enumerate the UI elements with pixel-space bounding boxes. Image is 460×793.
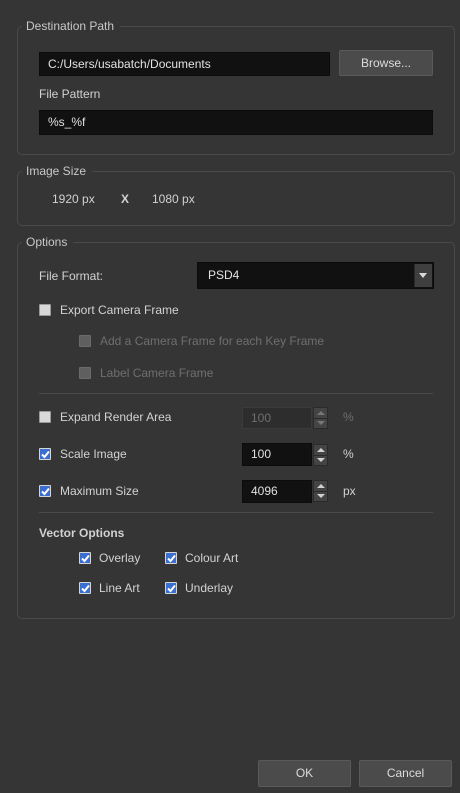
scale-image-checkbox[interactable] xyxy=(39,448,51,460)
file-format-value: PSD4 xyxy=(208,268,240,282)
scale-image-label: Scale Image xyxy=(60,447,127,461)
ok-button[interactable]: OK xyxy=(258,760,351,787)
overlay-checkbox[interactable] xyxy=(79,552,91,564)
destination-path-input[interactable]: C:/Users/usabatch/Documents xyxy=(39,52,330,76)
arrow-down-icon[interactable] xyxy=(314,418,327,428)
options-separator-2 xyxy=(39,512,433,513)
maximum-size-label: Maximum Size xyxy=(60,484,139,498)
file-format-label: File Format: xyxy=(39,269,104,283)
add-camera-frame-label: Add a Camera Frame for each Key Frame xyxy=(100,334,325,348)
underlay-checkbox[interactable] xyxy=(165,582,177,594)
scale-image-unit: % xyxy=(343,447,354,461)
check-icon xyxy=(41,487,50,496)
underlay-label: Underlay xyxy=(185,581,234,595)
expand-render-area-checkbox[interactable] xyxy=(39,411,51,423)
browse-button[interactable]: Browse... xyxy=(339,50,433,76)
overlay-label: Overlay xyxy=(99,551,141,565)
expand-render-area-unit: % xyxy=(343,410,354,424)
check-icon xyxy=(167,584,176,593)
expand-render-area-input[interactable]: 100 xyxy=(242,407,312,429)
expand-render-area-stepper[interactable] xyxy=(313,407,328,429)
check-icon xyxy=(167,554,176,563)
maximum-size-checkbox[interactable] xyxy=(39,485,51,497)
image-size-title: Image Size xyxy=(22,164,93,178)
maximum-size-input[interactable]: 4096 xyxy=(242,480,312,503)
image-size-times: X xyxy=(121,192,130,206)
image-width-value: 1920 px xyxy=(52,192,95,206)
label-camera-frame-checkbox[interactable] xyxy=(79,367,91,379)
cancel-button[interactable]: Cancel xyxy=(359,760,452,787)
maximum-size-unit: px xyxy=(343,484,356,498)
scale-image-stepper[interactable] xyxy=(313,444,328,466)
file-pattern-label: File Pattern xyxy=(39,87,101,101)
arrow-down-icon[interactable] xyxy=(314,491,327,501)
colour-art-checkbox[interactable] xyxy=(165,552,177,564)
check-icon xyxy=(41,450,50,459)
destination-path-title: Destination Path xyxy=(22,19,121,33)
scale-image-input[interactable]: 100 xyxy=(242,443,312,466)
line-art-checkbox[interactable] xyxy=(79,582,91,594)
check-icon xyxy=(81,584,90,593)
line-art-label: Line Art xyxy=(99,581,140,595)
file-pattern-input[interactable]: %s_%f xyxy=(39,110,433,135)
arrow-down-icon[interactable] xyxy=(314,455,327,465)
check-icon xyxy=(81,554,90,563)
file-format-dropdown[interactable]: PSD4 xyxy=(197,262,434,289)
image-height-value: 1080 px xyxy=(152,192,195,206)
export-camera-frame-label: Export Camera Frame xyxy=(60,303,179,317)
export-camera-frame-checkbox[interactable] xyxy=(39,304,51,316)
add-camera-frame-checkbox[interactable] xyxy=(79,335,91,347)
maximum-size-stepper[interactable] xyxy=(313,480,328,502)
vector-options-title: Vector Options xyxy=(39,526,125,540)
chevron-down-icon[interactable] xyxy=(414,264,432,287)
label-camera-frame-label: Label Camera Frame xyxy=(100,366,214,380)
options-title: Options xyxy=(22,235,74,249)
options-separator-1 xyxy=(39,393,433,394)
colour-art-label: Colour Art xyxy=(185,551,239,565)
expand-render-area-label: Expand Render Area xyxy=(60,410,172,424)
